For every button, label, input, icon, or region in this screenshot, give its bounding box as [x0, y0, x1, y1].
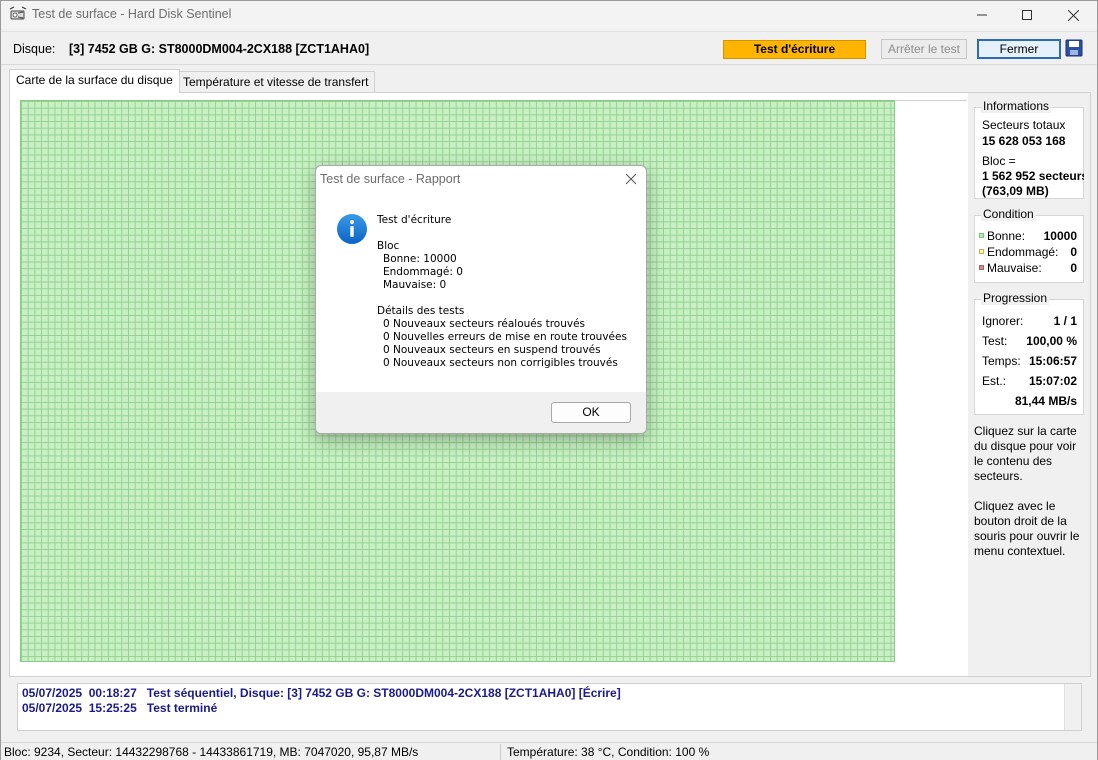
estimate-value: 15:07:02 — [1028, 374, 1077, 388]
stop-test-button[interactable]: Arrêter le test — [881, 39, 967, 59]
dialog-details-title: Détails des tests — [377, 305, 465, 317]
grid-divider — [895, 100, 967, 101]
dialog-detail: 0 Nouveaux secteurs non corrigibles trou… — [383, 357, 618, 369]
dialog-good: Bonne: 10000 — [383, 253, 457, 265]
log-time: 00:18:27 — [88, 686, 137, 700]
test-value: 100,00 % — [1026, 334, 1077, 348]
time-value: 15:06:57 — [1028, 354, 1077, 368]
status-separator — [500, 744, 501, 760]
dialog-heading: Test d'écriture — [377, 214, 452, 226]
dialog-bad: Mauvaise: 0 — [383, 279, 447, 291]
close-button[interactable]: Fermer — [977, 39, 1061, 59]
log-scrollbar[interactable] — [1064, 684, 1081, 730]
condition-group: Condition Bonne: 10000 Endommagé: 0 Mauv… — [974, 207, 1084, 283]
condition-bad-label: Mauvaise: — [987, 261, 1042, 275]
dialog-block-title: Bloc — [377, 240, 400, 252]
status-bar: Bloc: 9234, Secteur: 14432298768 - 14433… — [1, 742, 1097, 760]
log-row: 05/07/2025 00:18:27 Test séquentiel, Dis… — [22, 686, 621, 700]
dialog-detail: 0 Nouvelles erreurs de mise en route tro… — [383, 331, 627, 343]
status-temperature: Température: 38 °C, Condition: 100 % — [507, 745, 710, 759]
close-window-button[interactable] — [1050, 1, 1096, 29]
log-row: 05/07/2025 15:25:25 Test terminé — [22, 701, 217, 715]
tab-temperature-transfer[interactable]: Température et vitesse de transfert — [176, 71, 376, 93]
window-title: Test de surface - Hard Disk Sentinel — [32, 7, 232, 21]
condition-damaged: Endommagé: — [979, 245, 1058, 259]
minimize-icon — [977, 14, 987, 16]
condition-good: Bonne: — [979, 229, 1025, 243]
info-group-title: Informations — [981, 99, 1052, 113]
dialog-damaged: Endommagé: 0 — [383, 266, 463, 278]
disk-info-bar: Disque: [3] 7452 GB G: ST8000DM004-2CX18… — [1, 31, 1097, 65]
maximize-button[interactable] — [1004, 1, 1050, 29]
block-label: Bloc = — [982, 154, 1016, 168]
good-swatch-icon — [979, 233, 984, 239]
log-text: Test terminé — [146, 701, 218, 715]
close-icon — [1067, 9, 1079, 21]
total-sectors-label: Secteurs totaux — [982, 118, 1066, 132]
time-label: Temps: — [982, 354, 1021, 368]
progress-group: Progression Ignorer: 1 / 1 Test: 100,00 … — [974, 291, 1084, 415]
total-sectors-value: 15 628 053 168 — [982, 134, 1066, 148]
ignore-label: Ignorer: — [982, 314, 1024, 328]
surface-test-window: Test de surface - Hard Disk Sentinel Dis… — [0, 0, 1098, 760]
condition-damaged-value: 0 — [1070, 245, 1077, 259]
log-date: 05/07/2025 — [22, 686, 83, 700]
maximize-icon — [1022, 10, 1032, 20]
disk-label: Disque: — [13, 42, 56, 56]
progress-group-title: Progression — [981, 291, 1050, 305]
log-date: 05/07/2025 — [22, 701, 83, 715]
condition-bad: Mauvaise: — [979, 261, 1042, 275]
test-type-badge: Test d'écriture — [723, 40, 866, 59]
ignore-value: 1 / 1 — [1053, 314, 1077, 328]
status-block-info: Bloc: 9234, Secteur: 14432298768 - 14433… — [4, 745, 419, 759]
info-icon — [337, 214, 367, 244]
disk-value: [3] 7452 GB G: ST8000DM004-2CX188 [ZCT1A… — [69, 42, 370, 56]
hard-disk-sentinel-icon — [9, 6, 27, 20]
transfer-speed: 81,44 MB/s — [1014, 394, 1077, 408]
ok-button[interactable]: OK — [551, 402, 631, 423]
dialog-detail: 0 Nouveaux secteurs en suspend trouvés — [383, 344, 601, 356]
info-group: Informations Secteurs totaux 15 628 053 … — [974, 99, 1084, 199]
block-value: 1 562 952 secteurs — [982, 169, 1084, 183]
bad-swatch-icon — [979, 265, 984, 271]
side-panel: Informations Secteurs totaux 15 628 053 … — [968, 93, 1090, 676]
dialog-close-icon[interactable] — [622, 170, 640, 188]
condition-bad-value: 0 — [1070, 261, 1077, 275]
condition-group-title: Condition — [981, 207, 1036, 221]
dialog-footer: OK — [316, 392, 646, 433]
minimize-button[interactable] — [959, 1, 1005, 29]
right-click-hint: Cliquez avec le bouton droit de la souri… — [974, 499, 1080, 558]
title-bar: Test de surface - Hard Disk Sentinel — [1, 1, 1097, 29]
log-text: Test séquentiel, Disque: [3] 7452 GB G: … — [146, 686, 621, 700]
save-icon[interactable] — [1065, 39, 1083, 57]
log-time: 15:25:25 — [88, 701, 137, 715]
estimate-label: Est.: — [982, 374, 1007, 388]
click-hint: Cliquez sur la carte du disque pour voir… — [974, 424, 1077, 483]
condition-good-label: Bonne: — [987, 229, 1026, 243]
damaged-swatch-icon — [979, 249, 984, 255]
tab-surface-map[interactable]: Carte de la surface du disque — [9, 69, 180, 93]
dialog-body: Test d'écriture Bloc Bonne: 10000 Endomm… — [316, 192, 646, 392]
condition-good-value: 10000 — [1043, 229, 1077, 243]
report-dialog: Test de surface - Rapport Test d'écritur… — [315, 165, 647, 434]
event-log: 05/07/2025 00:18:27 Test séquentiel, Dis… — [17, 683, 1082, 731]
condition-damaged-label: Endommagé: — [987, 245, 1059, 259]
block-size: (763,09 MB) — [982, 184, 1049, 198]
test-label: Test: — [982, 334, 1008, 348]
dialog-detail: 0 Nouveaux secteurs réaloués trouvés — [383, 318, 585, 330]
dialog-title: Test de surface - Rapport — [320, 172, 461, 186]
